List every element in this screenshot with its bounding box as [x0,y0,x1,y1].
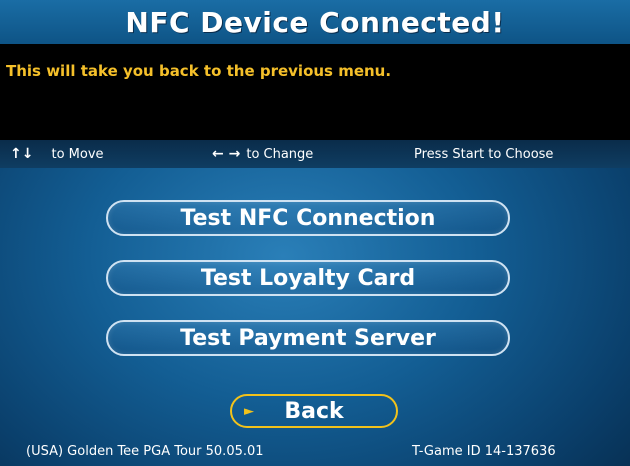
test-nfc-connection-button[interactable]: Test NFC Connection [106,200,510,236]
choose-hint-label: Press Start to Choose [414,146,554,162]
test-payment-server-button[interactable]: Test Payment Server [106,320,510,356]
up-down-arrows-icon: ↑↓ [10,146,34,162]
game-id-text: T-Game ID 14-137636 [412,444,556,459]
page-title: NFC Device Connected! [125,5,505,39]
move-hint-label: to Move [51,146,104,162]
choose-hint: Press Start to Choose [414,147,553,162]
change-hint: ← → to Change [212,146,313,162]
description-box: This will take you back to the previous … [0,44,630,140]
version-text: (USA) Golden Tee PGA Tour 50.05.01 [26,444,264,459]
back-button[interactable]: ► Back [230,394,398,428]
left-right-arrows-icon: ← → [212,146,241,162]
controls-hint-bar: ↑↓ to Move ← → to Change Press Start to … [0,140,630,168]
move-hint: ↑↓ to Move [10,146,104,162]
description-text: This will take you back to the previous … [6,62,392,80]
change-hint-label: to Change [246,146,314,162]
chevron-right-icon: ► [244,403,254,419]
back-button-label: Back [284,398,344,424]
test-loyalty-card-button[interactable]: Test Loyalty Card [106,260,510,296]
footer: (USA) Golden Tee PGA Tour 50.05.01 T-Gam… [0,440,630,464]
title-bar: NFC Device Connected! [0,0,630,44]
